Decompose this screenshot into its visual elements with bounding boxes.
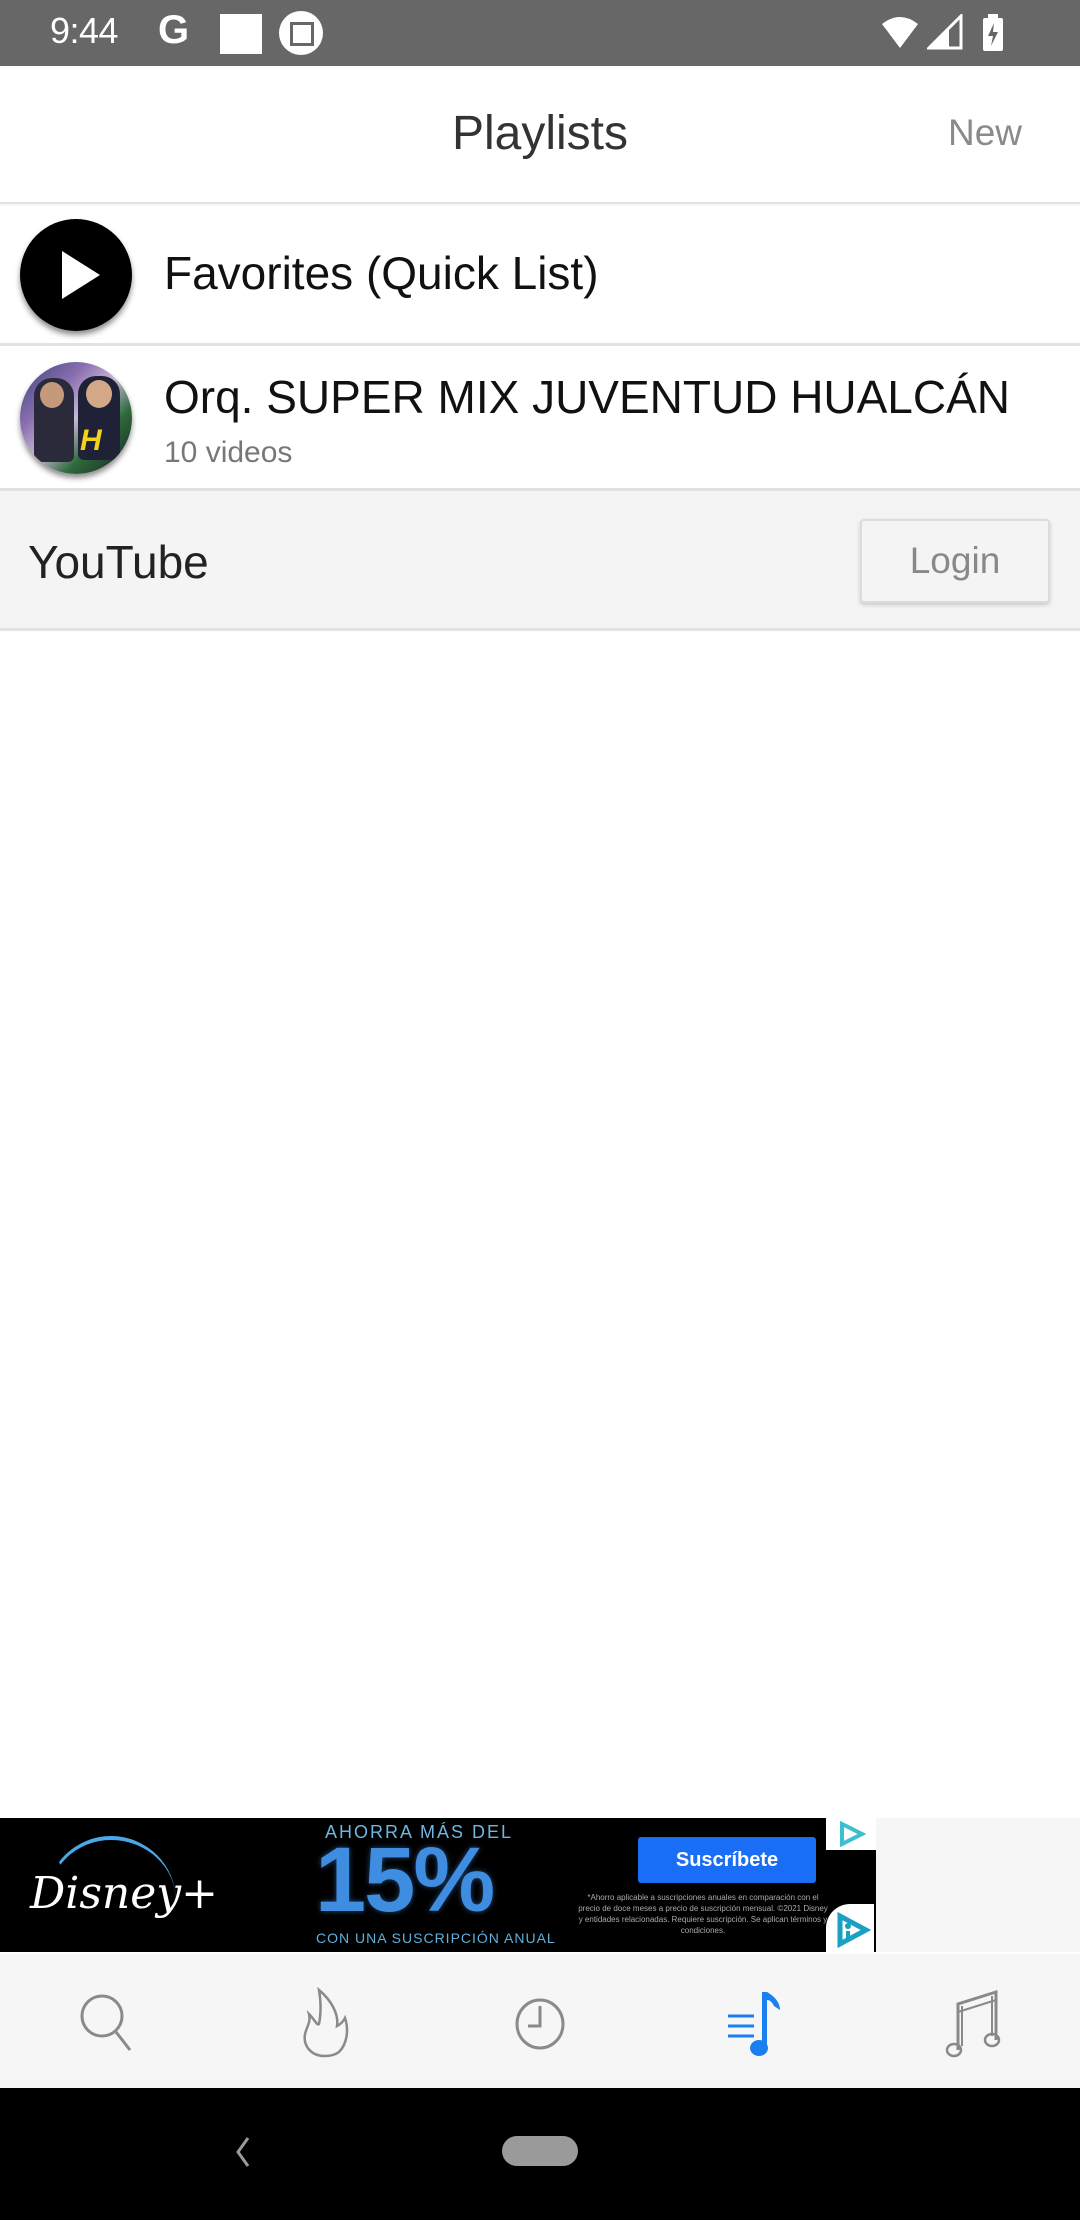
square-icon: [220, 14, 262, 54]
tab-library[interactable]: [932, 1982, 1012, 2062]
playlist-thumbnail: H: [20, 362, 132, 474]
playlist-video-count: 10 videos: [164, 436, 293, 469]
battery-charging-icon: [982, 14, 1004, 57]
playlist-item-favorites[interactable]: Favorites (Quick List): [0, 206, 1080, 346]
search-icon: [80, 1994, 132, 2051]
system-nav-bar: [0, 2088, 1080, 2220]
tab-playlists[interactable]: [716, 1982, 796, 2062]
flame-icon: [303, 1986, 349, 2058]
clock-icon: [515, 1998, 565, 2050]
signal-icon: [925, 12, 963, 55]
tab-trending[interactable]: [285, 1982, 365, 2062]
youtube-section: YouTube Login: [0, 491, 1080, 631]
youtube-label: YouTube: [28, 536, 209, 588]
ad-brand-logo: Disney+: [30, 1868, 219, 1919]
wifi-icon: [880, 14, 920, 55]
screenshot-icon: [279, 11, 323, 55]
app-bar: Playlists New: [0, 66, 1080, 204]
ad-banner-container: Disney+ AHORRA MÁS DEL 15% CON UNA SUSCR…: [0, 1818, 1080, 1952]
ad-headline-big: 15%: [315, 1829, 495, 1931]
status-bar: 9:44 G: [0, 0, 1080, 66]
bottom-tab-bar: [0, 1954, 1080, 2088]
ad-subscribe-button[interactable]: Suscríbete: [638, 1837, 816, 1883]
nav-back-button[interactable]: [222, 2132, 262, 2172]
google-icon: G: [158, 8, 190, 52]
playlist-title: Favorites (Quick List): [164, 247, 599, 299]
back-icon: [236, 2137, 250, 2167]
playlist-music-icon: [728, 1992, 780, 2056]
nav-home-button[interactable]: [502, 2136, 578, 2166]
playlist-item-orq[interactable]: H Orq. SUPER MIX JUVENTUD HUALCÁN 10 vid…: [0, 346, 1080, 491]
login-button[interactable]: Login: [860, 519, 1050, 603]
play-icon: [20, 219, 132, 331]
status-time: 9:44: [50, 10, 119, 51]
tab-search[interactable]: [68, 1982, 148, 2062]
tab-history[interactable]: [500, 1982, 580, 2062]
adchoices-icon[interactable]: [826, 1818, 876, 1850]
page-title: Playlists: [451, 107, 629, 160]
ad-headline-bottom: CON UNA SUSCRIPCIÓN ANUAL: [316, 1930, 556, 1946]
ad-fine-print: *Ahorro aplicable a suscripciones anuale…: [578, 1893, 828, 1935]
playlist-title: Orq. SUPER MIX JUVENTUD HUALCÁN: [164, 371, 1011, 423]
ad-banner[interactable]: Disney+ AHORRA MÁS DEL 15% CON UNA SUSCR…: [0, 1818, 876, 1952]
ad-info-icon[interactable]: [826, 1904, 874, 1952]
music-note-icon: [945, 1989, 1001, 2058]
new-playlist-button[interactable]: New: [948, 112, 1022, 154]
